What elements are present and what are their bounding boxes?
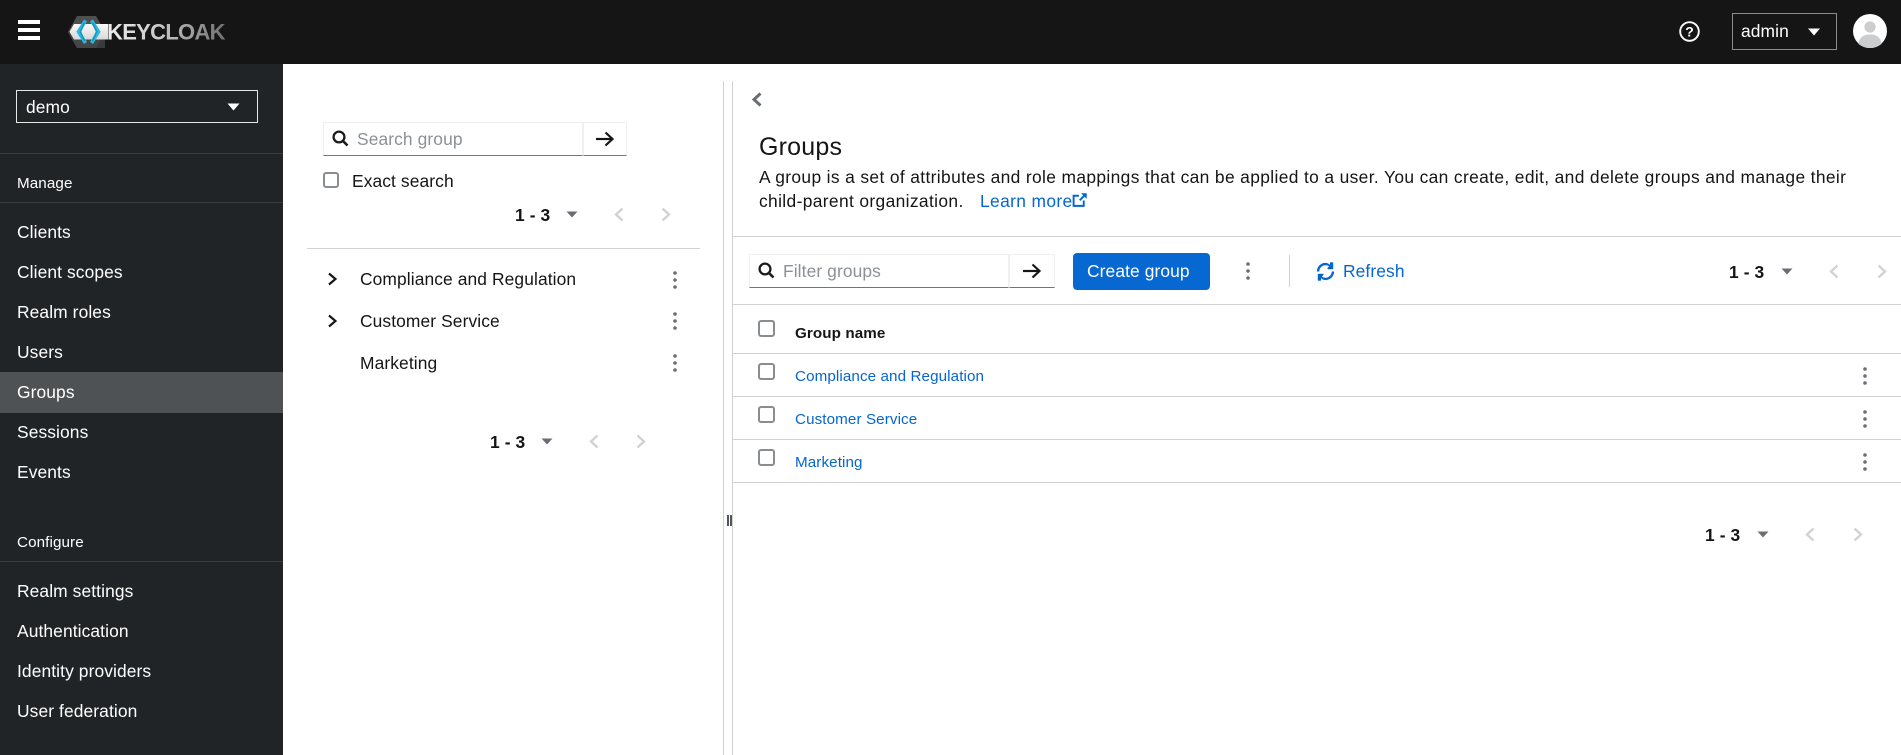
svg-text:?: ? [1685,24,1694,40]
svg-text:KEYCLOAK: KEYCLOAK [107,20,226,45]
